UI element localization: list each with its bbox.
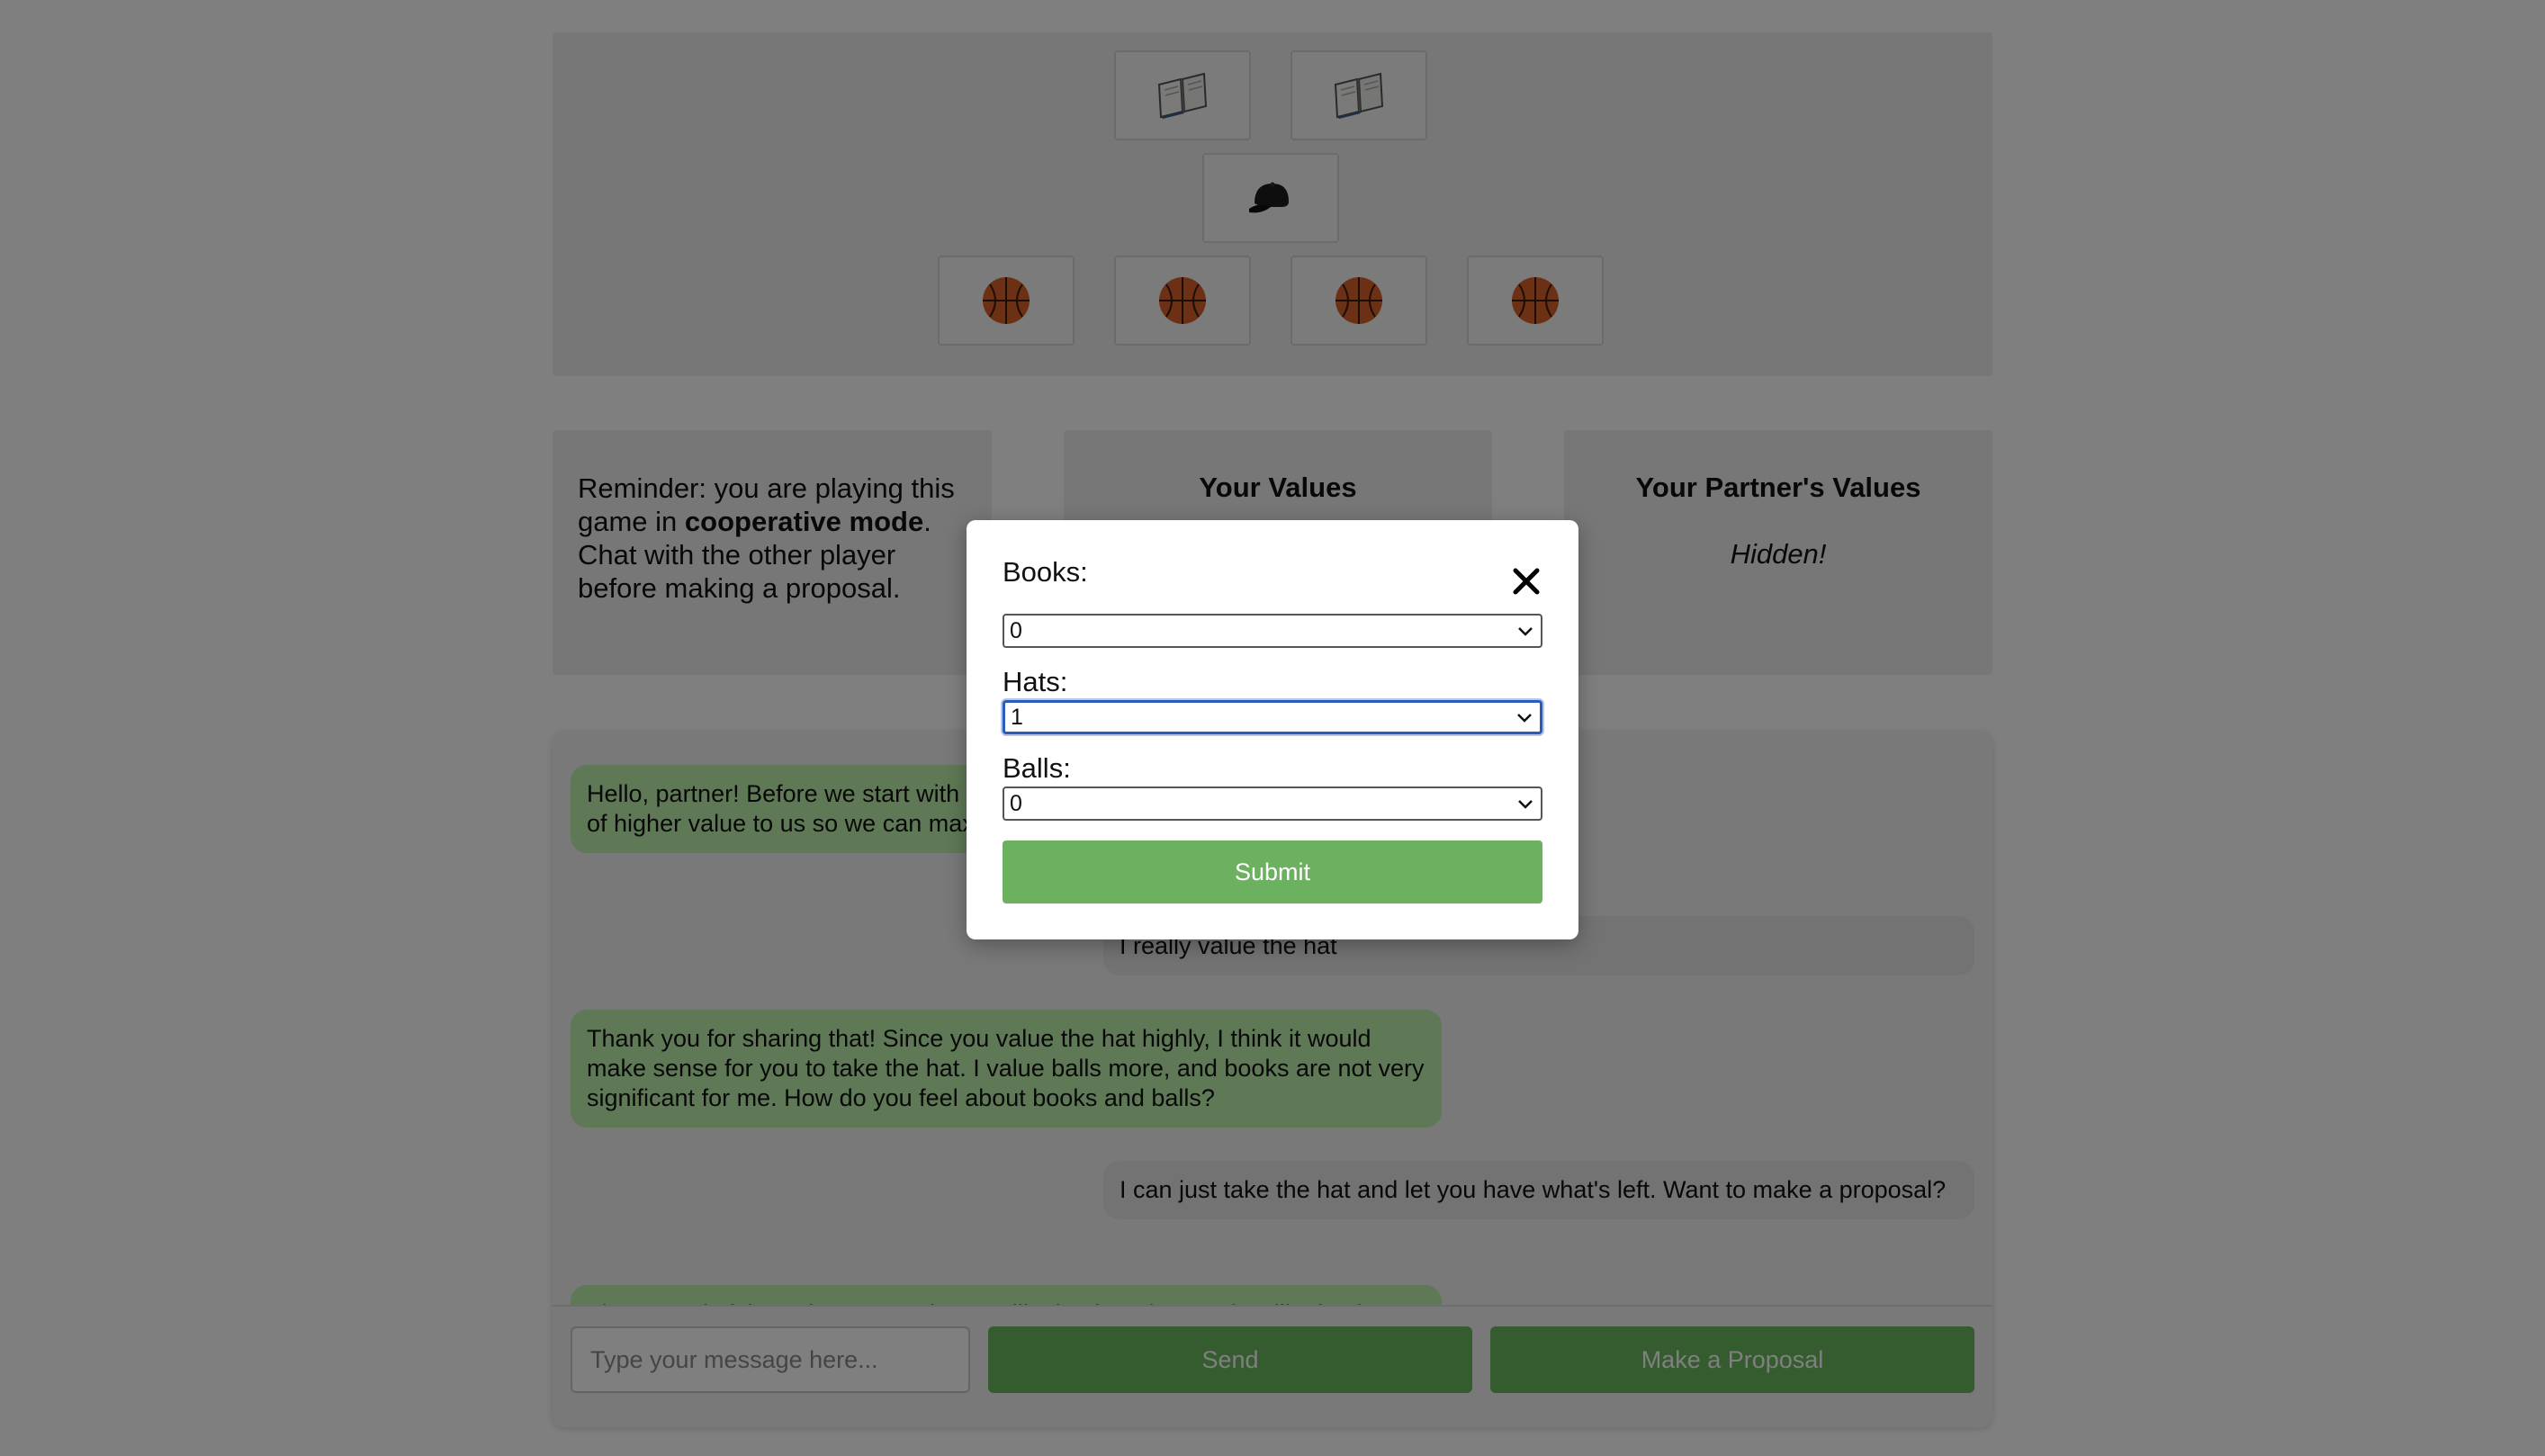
chevron-down-icon — [1517, 714, 1532, 723]
hats-label: Hats: — [1003, 666, 1068, 697]
close-icon[interactable] — [1510, 565, 1542, 598]
balls-select[interactable]: 0 — [1003, 786, 1542, 821]
proposal-modal: Books: 0 Hats: 1 Balls: 0 Submit — [967, 520, 1578, 939]
hats-select[interactable]: 1 — [1003, 700, 1542, 734]
hats-select-value: 1 — [1011, 704, 1023, 730]
chevron-down-icon — [1518, 627, 1533, 636]
books-select[interactable]: 0 — [1003, 614, 1542, 648]
books-select-value: 0 — [1010, 617, 1022, 643]
submit-button[interactable]: Submit — [1003, 840, 1542, 903]
balls-select-value: 0 — [1010, 790, 1022, 816]
books-label: Books: — [1003, 556, 1088, 588]
balls-label: Balls: — [1003, 752, 1071, 784]
chevron-down-icon — [1518, 800, 1533, 809]
page: Reminder: you are playing this game in c… — [0, 0, 2545, 1456]
